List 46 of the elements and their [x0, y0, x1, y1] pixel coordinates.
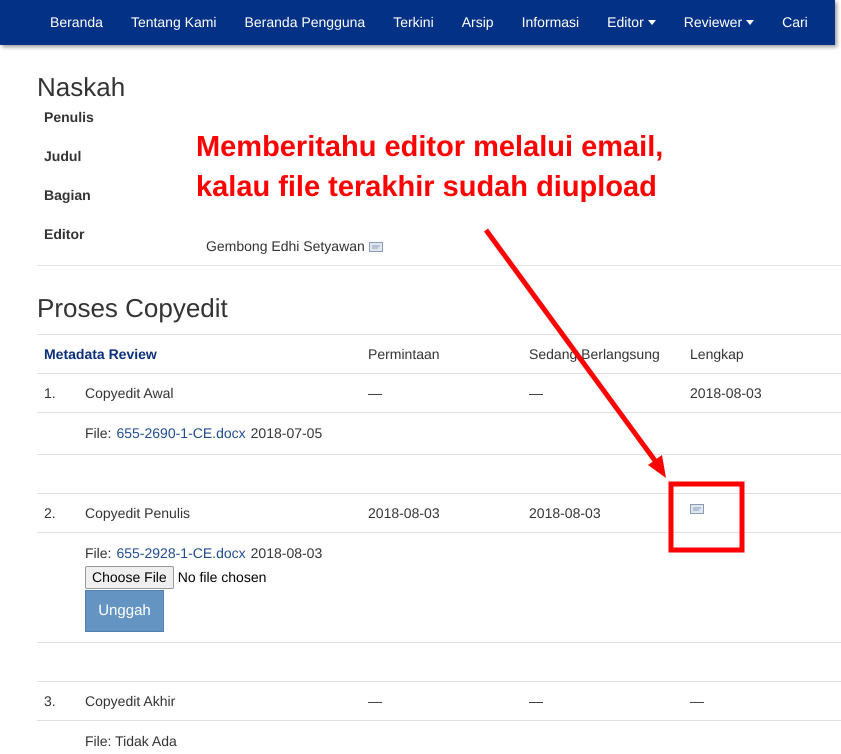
column-link[interactable]: Metadata Review	[37, 344, 368, 364]
underway-date: —	[529, 384, 544, 402]
step-name: Copyedit Akhir	[85, 692, 176, 711]
step-number: 1.	[43, 384, 57, 402]
field-label: Editor	[43, 225, 86, 244]
file-status: No file chosen	[178, 568, 266, 587]
requested-date: —	[368, 692, 383, 710]
underway-date: —	[529, 692, 544, 710]
section-title: Proses Copyedit	[37, 292, 229, 324]
mail-icon[interactable]	[368, 242, 383, 252]
nav-link[interactable]: Informasi	[522, 12, 580, 33]
step-number: 2.	[43, 504, 57, 522]
nav-link[interactable]: Arsip	[462, 12, 494, 33]
file-date: 2018-08-03	[250, 544, 322, 563]
nav-link[interactable]: Beranda	[50, 12, 103, 33]
nav-link[interactable]: Editor	[607, 12, 656, 33]
complete-date: 2018-08-03	[690, 384, 763, 402]
annotation-text: kalau file terakhir sudah diupload	[196, 170, 658, 205]
file-label: File:	[85, 424, 112, 443]
field-value: Gembong Edhi Setyawan	[206, 237, 365, 256]
section-title: Naskah	[37, 71, 126, 103]
annotation-text: Memberitahu editor melalui email,	[196, 130, 664, 165]
complete-date: —	[690, 692, 705, 710]
file-link[interactable]: 655-2690-1-CE.docx	[116, 423, 246, 444]
nav-link[interactable]: Cari	[782, 12, 808, 33]
field-label: Judul	[43, 147, 82, 166]
step-name: Copyedit Penulis	[85, 504, 192, 523]
field-label: Penulis	[43, 108, 95, 127]
step-number: 3.	[43, 692, 57, 710]
nav-link[interactable]: Reviewer	[684, 12, 754, 33]
column-header: Permintaan	[368, 344, 441, 364]
step-name: Copyedit Awal	[85, 384, 174, 403]
file-label: File:	[85, 544, 112, 563]
choose-file-button[interactable]: Choose File	[85, 566, 174, 589]
nav-link[interactable]: Terkini	[393, 12, 434, 33]
field-label: Bagian	[43, 186, 92, 205]
file-link[interactable]: 655-2928-1-CE.docx	[116, 543, 246, 564]
file-label: File: Tidak Ada	[85, 732, 177, 751]
nav-link[interactable]: Tentang Kami	[130, 12, 217, 33]
mail-icon[interactable]	[690, 504, 704, 514]
requested-date: —	[368, 384, 383, 402]
column-header: Lengkap	[690, 344, 745, 364]
file-date: 2018-07-05	[250, 424, 322, 443]
underway-date: 2018-08-03	[529, 504, 602, 522]
nav-link[interactable]: Beranda Pengguna	[244, 12, 366, 33]
requested-date: 2018-08-03	[368, 504, 441, 522]
